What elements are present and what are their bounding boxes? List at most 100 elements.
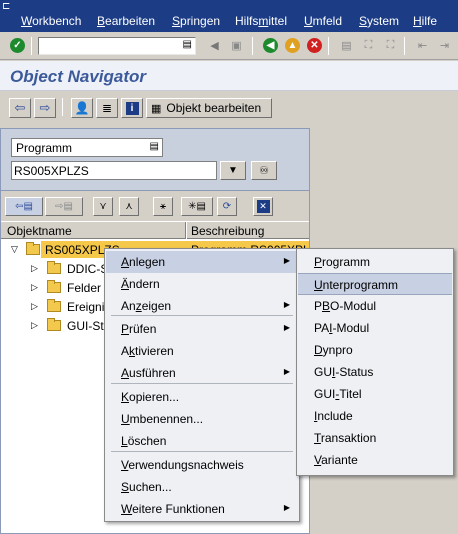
info-button[interactable]: i bbox=[121, 98, 143, 118]
context-menu-item-aktivieren[interactable]: Aktivieren bbox=[106, 340, 298, 362]
menu-hilfe[interactable]: Hilfe bbox=[413, 14, 437, 28]
submenu-item-gui-titel[interactable]: GUI-Titel bbox=[298, 383, 452, 405]
find-next-icon[interactable]: ⛶ bbox=[382, 37, 399, 54]
submenu-arrow-icon: ▶ bbox=[283, 256, 290, 265]
menu-springen[interactable]: Springen bbox=[172, 14, 220, 28]
context-submenu-anlegen: Programm Unterprogramm PBO-Modul PAI-Modul D… bbox=[296, 248, 454, 476]
glasses-icon: ♾ bbox=[259, 165, 269, 177]
exit-icon[interactable]: ▲ bbox=[284, 37, 301, 54]
history-dropdown-icon[interactable]: ▤ bbox=[183, 39, 192, 50]
object-name-field[interactable] bbox=[11, 161, 217, 180]
refresh-button[interactable]: ⟳ bbox=[217, 197, 237, 216]
expand-node-icon[interactable]: ▷ bbox=[29, 320, 40, 331]
tree-column-header: Objektname Beschreibung bbox=[1, 221, 309, 240]
collapse-node-icon[interactable]: ▽ bbox=[9, 244, 20, 255]
chevron-down-icon: ▼ bbox=[228, 165, 238, 176]
arrow-right-icon: ⇨ bbox=[39, 100, 51, 115]
context-menu-item-label: Suchen... bbox=[121, 480, 172, 494]
standard-toolbar: ✓ ▤ ◀ ▣ ◀ ▲ ✕ ▤ ⛶ ⛶ ⇤ ⇥ bbox=[0, 32, 458, 60]
cancel-icon[interactable]: ✕ bbox=[306, 37, 323, 54]
hierarchy-button[interactable]: ⚹ bbox=[153, 197, 173, 216]
context-menu-item-anlegen[interactable]: Anlegen ▶ bbox=[106, 251, 298, 273]
user-button[interactable]: 👤 bbox=[71, 98, 93, 118]
arrow-right-icon: ⇨▤ bbox=[55, 201, 73, 212]
refresh-icon: ⟳ bbox=[222, 201, 232, 212]
context-menu-item-umbenennen[interactable]: Umbenennen... bbox=[106, 408, 298, 430]
command-field[interactable]: ▤ bbox=[38, 37, 196, 55]
expand-node-icon[interactable]: ▷ bbox=[29, 282, 40, 293]
column-beschreibung[interactable]: Beschreibung bbox=[191, 224, 264, 238]
submenu-arrow-icon: ▶ bbox=[283, 503, 290, 512]
context-menu-item-verwendungsnachweis[interactable]: Verwendungsnachweis bbox=[106, 454, 298, 476]
submenu-item-label: Unterprogramm bbox=[314, 278, 399, 292]
toolbar-separator bbox=[31, 37, 32, 55]
submenu-item-variante[interactable]: Variante bbox=[298, 449, 452, 471]
submenu-item-include[interactable]: Include bbox=[298, 405, 452, 427]
enter-icon[interactable]: ✓ bbox=[9, 37, 26, 54]
object-edit-button[interactable]: ▦ Objekt bearbeiten bbox=[146, 98, 272, 118]
back-arrow-button[interactable]: ⇦ bbox=[9, 98, 31, 118]
submenu-item-transaktion[interactable]: Transaktion bbox=[298, 427, 452, 449]
context-menu-item-label: Kopieren... bbox=[121, 390, 180, 404]
toolbar-separator bbox=[62, 98, 63, 116]
asterisk-icon: ✳▤ bbox=[188, 201, 206, 212]
context-menu-item-pruefen[interactable]: Prüfen ▶ bbox=[106, 318, 298, 340]
submenu-item-label: Variante bbox=[314, 453, 358, 467]
collapse-subtree-button[interactable]: ⋏ bbox=[119, 197, 139, 216]
submenu-item-pbo-modul[interactable]: PBO-Modul bbox=[298, 295, 452, 317]
back-icon[interactable]: ◀ bbox=[262, 37, 279, 54]
menu-bearbeiten[interactable]: Bearbeiten bbox=[97, 14, 155, 28]
column-divider[interactable] bbox=[185, 222, 187, 240]
context-menu-item-ausfuehren[interactable]: Ausführen ▶ bbox=[106, 362, 298, 384]
menu-separator bbox=[111, 451, 293, 452]
context-menu-item-label: Ausführen bbox=[121, 366, 176, 380]
menu-separator bbox=[111, 383, 293, 384]
toolbar-separator bbox=[252, 37, 253, 55]
object-name-dropdown-button[interactable]: ▼ bbox=[220, 161, 246, 180]
command-input[interactable] bbox=[39, 38, 177, 54]
dropdown-list-icon: ▤ bbox=[149, 141, 159, 152]
system-menu-icon[interactable]: ⊏ bbox=[2, 1, 16, 12]
context-menu-item-label: Umbenennen... bbox=[121, 412, 204, 426]
submenu-item-programm[interactable]: Programm bbox=[298, 251, 452, 273]
column-objektname[interactable]: Objektname bbox=[7, 224, 72, 238]
display-button[interactable]: ♾ bbox=[251, 161, 277, 180]
new-object-button[interactable]: ✳▤ bbox=[181, 197, 213, 216]
context-menu-item-suchen[interactable]: Suchen... bbox=[106, 476, 298, 498]
context-menu-item-loeschen[interactable]: Löschen bbox=[106, 430, 298, 452]
context-menu-item-weitere-funktionen[interactable]: Weitere Funktionen ▶ bbox=[106, 498, 298, 520]
close-tree-button[interactable]: ✕ bbox=[253, 197, 273, 216]
menu-hilfsmittel[interactable]: Hilfsmittel bbox=[235, 14, 287, 28]
menu-workbench[interactable]: Workbench bbox=[21, 14, 81, 28]
menu-separator bbox=[111, 315, 293, 316]
expand-node-icon[interactable]: ▷ bbox=[29, 301, 40, 312]
last-page-icon[interactable]: ⇥ bbox=[436, 37, 453, 54]
arrow-left-icon: ⇦ bbox=[14, 100, 26, 115]
submenu-item-dynpro[interactable]: Dynpro bbox=[298, 339, 452, 361]
first-page-icon[interactable]: ⇤ bbox=[414, 37, 431, 54]
forward-arrow-button[interactable]: ⇨ bbox=[34, 98, 56, 118]
stack-button[interactable]: ≣ bbox=[96, 98, 118, 118]
object-type-dropdown[interactable]: Programm ▤ bbox=[11, 138, 163, 157]
expand-node-icon[interactable]: ▷ bbox=[29, 263, 40, 274]
submenu-item-gui-status[interactable]: GUI-Status bbox=[298, 361, 452, 383]
tree-forward-button[interactable]: ⇨▤ bbox=[45, 197, 83, 216]
object-name-input[interactable] bbox=[12, 162, 212, 179]
tree-back-button[interactable]: ⇦▤ bbox=[5, 197, 43, 216]
context-menu-item-kopieren[interactable]: Kopieren... bbox=[106, 386, 298, 408]
expand-icon: ⋎ bbox=[99, 201, 107, 212]
back-triangle-icon[interactable]: ◀ bbox=[206, 37, 223, 54]
submenu-item-unterprogramm[interactable]: Unterprogramm bbox=[298, 273, 452, 295]
menu-umfeld[interactable]: Umfeld bbox=[304, 14, 342, 28]
page-title: Object Navigator bbox=[10, 67, 147, 86]
print-icon[interactable]: ▤ bbox=[338, 37, 355, 54]
menu-system[interactable]: System bbox=[359, 14, 399, 28]
submenu-item-pai-modul[interactable]: PAI-Modul bbox=[298, 317, 452, 339]
person-icon: 👤 bbox=[74, 101, 90, 115]
find-icon[interactable]: ⛶ bbox=[360, 37, 377, 54]
expand-subtree-button[interactable]: ⋎ bbox=[93, 197, 113, 216]
submenu-arrow-icon: ▶ bbox=[283, 367, 290, 376]
context-menu-item-anzeigen[interactable]: Anzeigen ▶ bbox=[106, 295, 298, 317]
context-menu-item-aendern[interactable]: Ändern bbox=[106, 273, 298, 295]
save-icon[interactable]: ▣ bbox=[228, 37, 245, 54]
